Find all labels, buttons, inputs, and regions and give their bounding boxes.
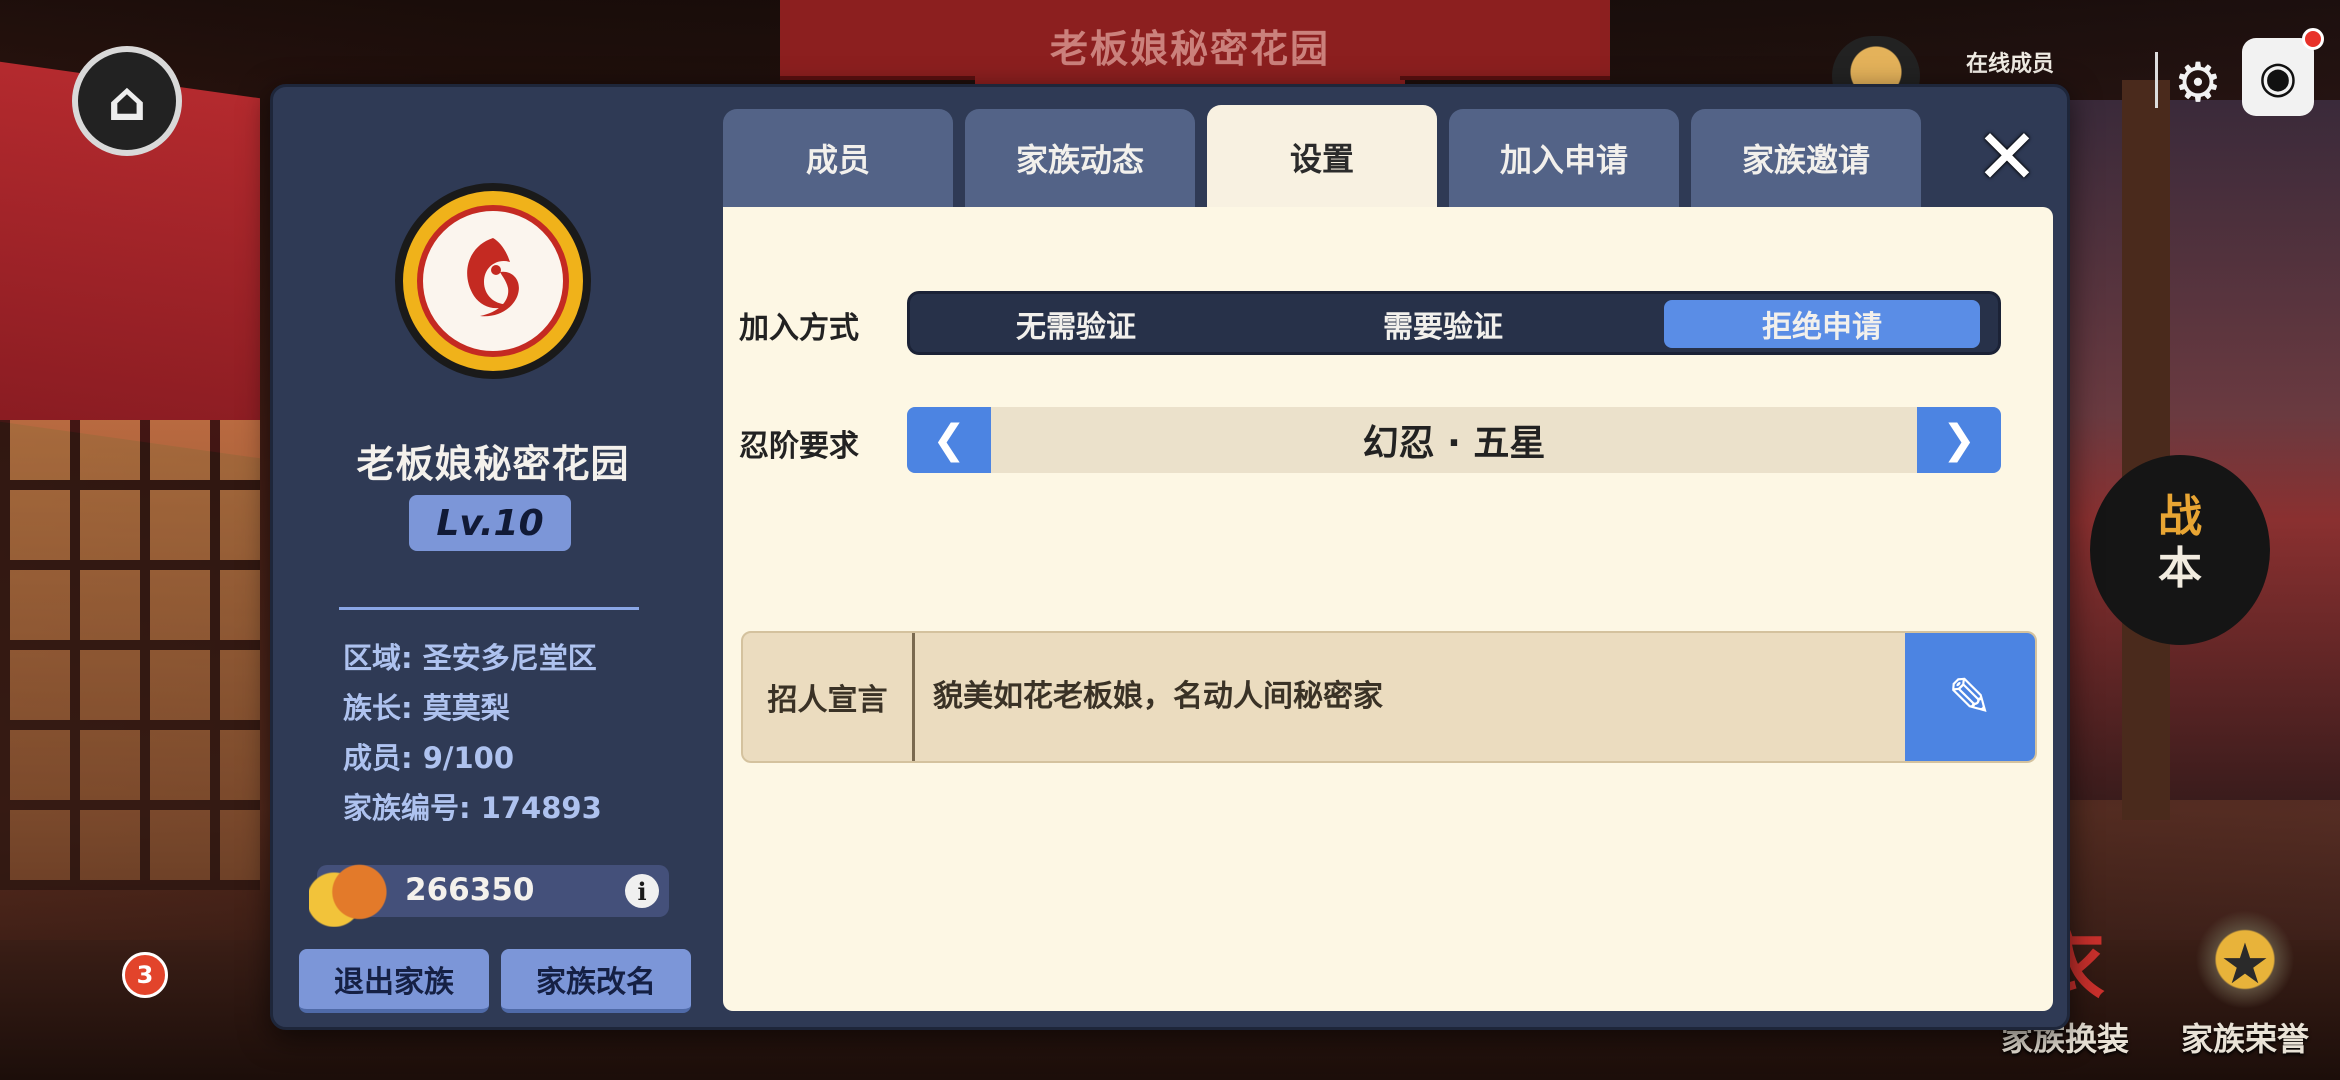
background-banner-title: 老板娘秘密花园 bbox=[1049, 27, 1330, 71]
battle-tag-line2: 本 bbox=[2158, 543, 2202, 594]
family-leader: 族长: 莫莫梨 bbox=[343, 691, 510, 725]
tab-family-invites[interactable]: 家族邀请 bbox=[1691, 109, 1921, 207]
background-lattice-window bbox=[0, 420, 260, 890]
tab-members[interactable]: 成员 bbox=[723, 109, 953, 207]
rank-requirement-value: 幻忍 · 五星 bbox=[1362, 423, 1546, 464]
background-pillar bbox=[2122, 80, 2170, 820]
pencil-icon: ✎ bbox=[1947, 665, 1993, 729]
tab-family-news[interactable]: 家族动态 bbox=[965, 109, 1195, 207]
edit-slogan-button[interactable]: ✎ bbox=[1905, 633, 2035, 761]
settings-button[interactable]: ⚙ bbox=[2166, 50, 2230, 114]
chevron-left-icon: ❮ bbox=[932, 417, 966, 463]
family-funds-value: 266350 bbox=[405, 872, 535, 908]
family-member-count: 成员: 9/100 bbox=[343, 741, 514, 775]
background-right-scenery bbox=[2050, 100, 2340, 800]
hud-divider bbox=[2155, 52, 2158, 108]
settings-content: 加入方式 无需验证 需要验证 拒绝申请 忍阶要求 ❮ 幻忍 · 五星 ❯ 招人宣… bbox=[723, 207, 2053, 1011]
rank-prev-button[interactable]: ❮ bbox=[907, 407, 991, 473]
family-level-badge: Lv.10 bbox=[409, 495, 571, 551]
battle-tag-line1: 战 bbox=[2158, 491, 2202, 542]
join-mode-option-reject[interactable]: 拒绝申请 bbox=[1664, 300, 1980, 348]
recruit-slogan-text: 貌美如花老板娘，名动人间秘密家 bbox=[933, 679, 1383, 714]
chevron-right-icon: ❯ bbox=[1942, 417, 1976, 463]
notification-dot bbox=[2302, 28, 2324, 50]
background-banner bbox=[780, 0, 990, 80]
recruit-slogan-label: 招人宣言 bbox=[743, 633, 915, 761]
rank-requirement-selector: ❮ 幻忍 · 五星 ❯ bbox=[907, 407, 2001, 473]
info-icon[interactable]: i bbox=[625, 874, 659, 908]
family-emblem bbox=[395, 183, 591, 379]
online-members-label: 在线成员 bbox=[1965, 52, 2054, 77]
family-id: 家族编号: 174893 bbox=[343, 791, 602, 825]
tab-settings[interactable]: 设置 bbox=[1207, 105, 1437, 209]
home-button[interactable]: ⌂ bbox=[72, 46, 182, 156]
rank-requirement-label: 忍阶要求 bbox=[739, 429, 859, 464]
join-mode-option-no-verify[interactable]: 无需验证 bbox=[918, 300, 1234, 348]
family-honor-label: 家族荣誉 bbox=[2180, 1020, 2309, 1058]
close-icon[interactable]: ✕ bbox=[1969, 119, 2045, 195]
family-honor-button[interactable]: ★ 家族荣誉 bbox=[2170, 910, 2320, 1060]
join-mode-label: 加入方式 bbox=[739, 311, 859, 346]
family-info-list: 区域: 圣安多尼堂区 族长: 莫莫梨 成员: 9/100 家族编号: 17489… bbox=[343, 633, 602, 833]
family-name: 老板娘秘密花园 bbox=[356, 442, 630, 486]
join-mode-selector: 无需验证 需要验证 拒绝申请 bbox=[907, 291, 2001, 355]
battle-instance-button[interactable]: 战 本 bbox=[2090, 455, 2270, 645]
rename-family-button[interactable]: 家族改名 bbox=[501, 949, 691, 1013]
home-icon: ⌂ bbox=[107, 69, 147, 133]
quit-family-button[interactable]: 退出家族 bbox=[299, 949, 489, 1013]
phoenix-icon bbox=[417, 205, 569, 357]
rank-next-button[interactable]: ❯ bbox=[1917, 407, 2001, 473]
gear-icon: ⚙ bbox=[2173, 50, 2223, 114]
eye-icon: ◉ bbox=[2258, 51, 2298, 103]
family-dialog: 老板娘秘密花园 Lv.10 区域: 圣安多尼堂区 族长: 莫莫梨 成员: 9/1… bbox=[270, 84, 2070, 1030]
info-divider bbox=[339, 607, 639, 610]
view-toggle-button[interactable]: ◉ bbox=[2242, 38, 2314, 116]
recruit-slogan-box: 招人宣言 貌美如花老板娘，名动人间秘密家 ✎ bbox=[741, 631, 2037, 763]
trophy-icon: ★ bbox=[2190, 910, 2300, 1020]
chat-unread-badge: 3 bbox=[122, 952, 168, 998]
tab-join-requests[interactable]: 加入申请 bbox=[1449, 109, 1679, 207]
coin-bag-icon bbox=[309, 849, 393, 927]
family-region: 区域: 圣安多尼堂区 bbox=[343, 641, 597, 675]
background-banner bbox=[1400, 0, 1610, 80]
family-info-panel: 老板娘秘密花园 Lv.10 区域: 圣安多尼堂区 族长: 莫莫梨 成员: 9/1… bbox=[273, 87, 713, 1027]
join-mode-option-verify[interactable]: 需要验证 bbox=[1285, 300, 1601, 348]
